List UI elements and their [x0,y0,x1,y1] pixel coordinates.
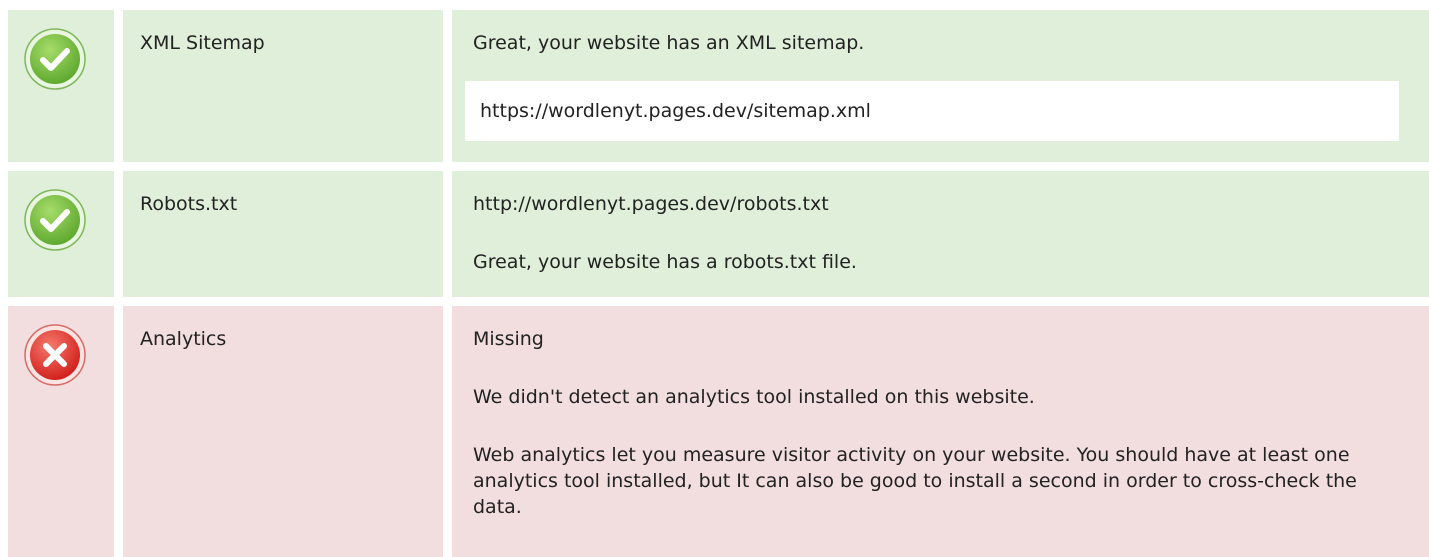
check-circle-icon [24,28,86,90]
check-name-label: Analytics [140,328,227,350]
check-message: We didn't detect an analytics tool insta… [473,386,1035,408]
check-description: http://wordlenyt.pages.dev/robots.txt Gr… [452,171,1429,297]
status-text: Missing [473,328,544,350]
check-circle-icon [24,189,86,251]
check-message: Great, your website has an XML sitemap. [473,32,865,54]
robots-url: http://wordlenyt.pages.dev/robots.txt [473,193,829,215]
check-name-label: Robots.txt [140,193,238,215]
table-row: Analytics Missing We didn't detect an an… [8,306,1429,557]
check-name-label: XML Sitemap [140,32,265,54]
check-description: Great, your website has an XML sitemap. … [452,10,1429,162]
check-description: Missing We didn't detect an analytics to… [452,306,1429,557]
status-cell [8,171,114,297]
check-detail: Web analytics let you measure visitor ac… [473,444,1357,518]
table-row: XML Sitemap Great, your website has an X… [8,10,1429,162]
status-cell [8,306,114,557]
check-name: Analytics [123,306,443,557]
x-circle-icon [24,324,86,386]
check-name: Robots.txt [123,171,443,297]
sitemap-url: https://wordlenyt.pages.dev/sitemap.xml [465,81,1399,141]
table-row: Robots.txt http://wordlenyt.pages.dev/ro… [8,171,1429,297]
check-message: Great, your website has a robots.txt fil… [473,251,857,273]
check-name: XML Sitemap [123,10,443,162]
status-cell [8,10,114,162]
